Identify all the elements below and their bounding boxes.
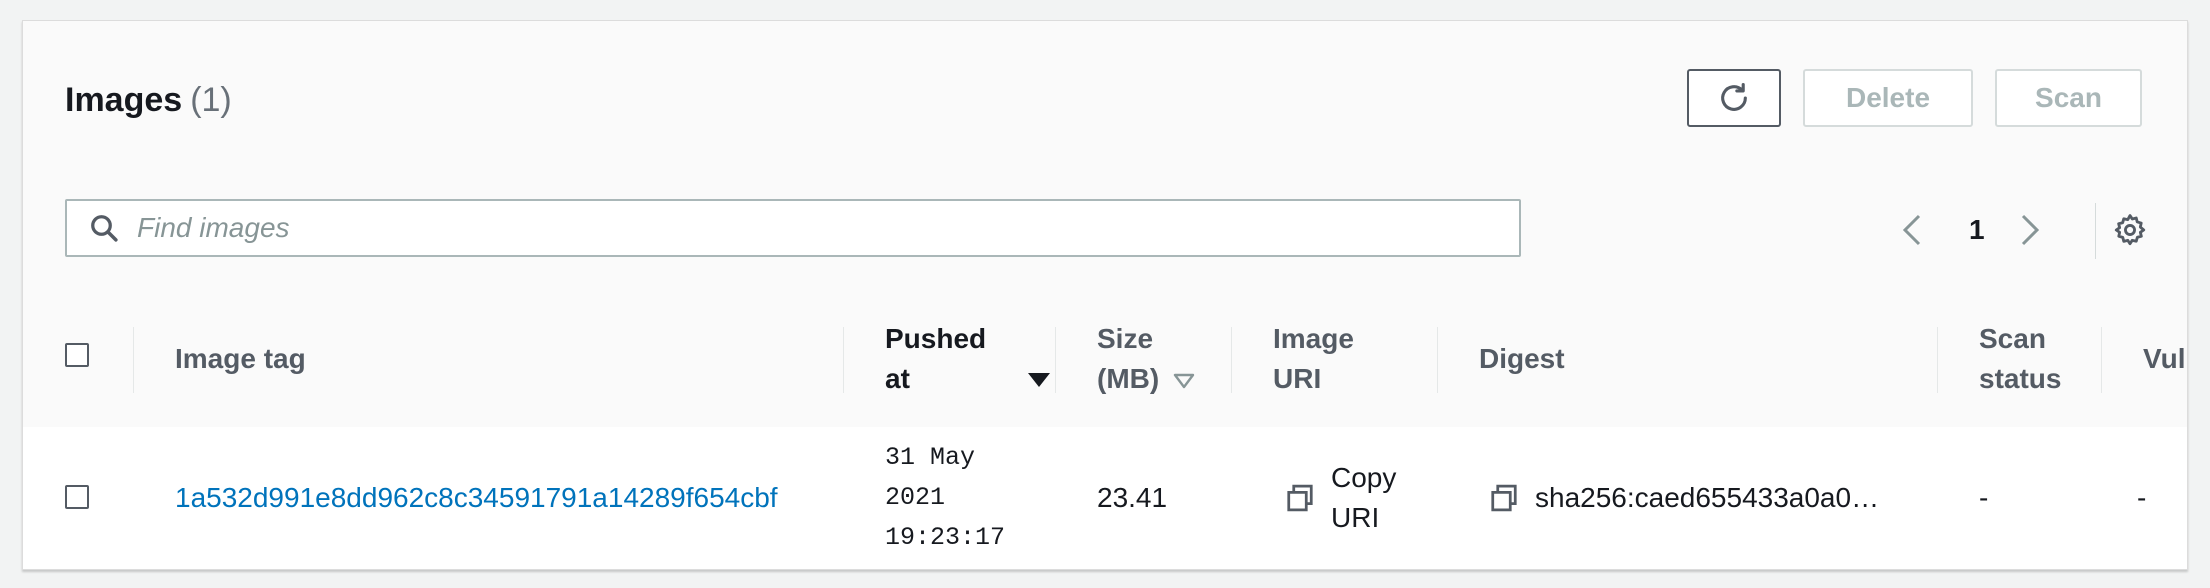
column-label-line: at — [885, 363, 910, 394]
vulnerabilities-cell: - — [2137, 482, 2147, 513]
column-separator — [1437, 327, 1438, 393]
column-label-line: Size — [1097, 323, 1154, 354]
page-title: Images (1) — [65, 81, 232, 120]
delete-button[interactable]: Delete — [1803, 69, 1973, 127]
column-header-image-uri[interactable]: Image URI — [1273, 291, 1354, 427]
gear-icon — [2114, 214, 2146, 246]
copy-digest-icon[interactable] — [1489, 483, 1519, 513]
search-input[interactable] — [135, 211, 1439, 245]
column-label-line: Pushed — [885, 323, 987, 354]
column-label-line: Image — [1273, 323, 1354, 354]
column-separator — [1055, 327, 1056, 393]
column-separator — [1937, 327, 1938, 393]
scan-button[interactable]: Scan — [1995, 69, 2142, 127]
row-checkbox[interactable] — [65, 485, 89, 509]
previous-page-button[interactable] — [1901, 213, 1923, 247]
column-separator — [133, 327, 134, 393]
title-text: Images — [65, 81, 183, 119]
column-header-image-tag[interactable]: Image tag — [175, 291, 306, 427]
column-label: Pushed at — [885, 319, 986, 399]
column-label-line: status — [1979, 363, 2062, 394]
image-count: (1) — [190, 81, 232, 119]
search-field[interactable] — [65, 199, 1521, 257]
pushed-at-line: 19:23:17 — [885, 523, 1006, 552]
column-label-line: Scan — [1979, 323, 2046, 354]
column-header-pushed-at[interactable]: Pushed at — [885, 291, 1050, 427]
search-icon — [87, 211, 121, 245]
copy-icon — [1287, 484, 1313, 512]
image-tag-link[interactable]: 1a532d991e8dd962c8c34591791a14289f654cbf — [175, 427, 778, 569]
pushed-at-cell: 31 May 2021 19:23:17 — [885, 427, 1005, 569]
refresh-button[interactable] — [1687, 69, 1781, 127]
scan-status-cell: - — [1979, 482, 1989, 513]
next-page-button[interactable] — [2019, 213, 2041, 247]
column-label: Image tag — [175, 343, 306, 374]
pushed-at-line: 2021 — [885, 483, 946, 512]
preferences-button[interactable] — [2113, 213, 2147, 247]
sort-caret-icon — [1173, 373, 1195, 389]
copy-uri-label-line: URI — [1331, 502, 1380, 533]
column-header-size[interactable]: Size (MB) — [1097, 291, 1217, 427]
table-row: 1a532d991e8dd962c8c34591791a14289f654cbf… — [23, 427, 2187, 569]
size-cell: 23.41 — [1097, 482, 1168, 513]
panel-header: Images(1) Delete Scan 1 — [23, 21, 2187, 292]
column-header-vulnerabilities[interactable]: Vul — [2143, 291, 2186, 427]
pagination-divider — [2095, 203, 2096, 259]
column-label-line: URI — [1273, 363, 1322, 394]
column-label: Scan status — [1979, 319, 2061, 399]
chevron-right-icon — [2021, 214, 2040, 246]
column-separator — [2101, 327, 2102, 393]
sort-descending-icon — [1028, 373, 1050, 387]
column-label-line: (MB) — [1097, 363, 1160, 394]
column-label: Vul — [2143, 343, 2186, 374]
copy-uri-button[interactable]: Copy URI — [1285, 427, 1396, 569]
column-separator — [1231, 327, 1232, 393]
current-page-number[interactable]: 1 — [1969, 213, 1985, 247]
copy-uri-label: Copy URI — [1331, 458, 1396, 538]
refresh-icon — [1721, 82, 1747, 111]
column-separator — [843, 327, 844, 393]
digest-value: sha256:caed655433a0a0… — [1535, 482, 1880, 513]
column-label: Image URI — [1273, 319, 1354, 399]
chevron-left-icon — [1902, 214, 1921, 246]
images-panel: Images(1) Delete Scan 1 — [22, 20, 2188, 570]
column-header-digest[interactable]: Digest — [1479, 291, 1565, 427]
copy-uri-label-line: Copy — [1331, 462, 1397, 493]
pushed-at-line: 31 May — [885, 443, 976, 472]
digest-cell: sha256:caed655433a0a0… — [1489, 427, 1879, 569]
table-header: Image tag Pushed at Size (MB) Image URI … — [23, 291, 2187, 428]
column-header-scan-status[interactable]: Scan status — [1979, 291, 2061, 427]
column-label: Digest — [1479, 343, 1565, 374]
select-all-checkbox[interactable] — [65, 343, 89, 367]
column-label: Size (MB) — [1097, 319, 1159, 399]
